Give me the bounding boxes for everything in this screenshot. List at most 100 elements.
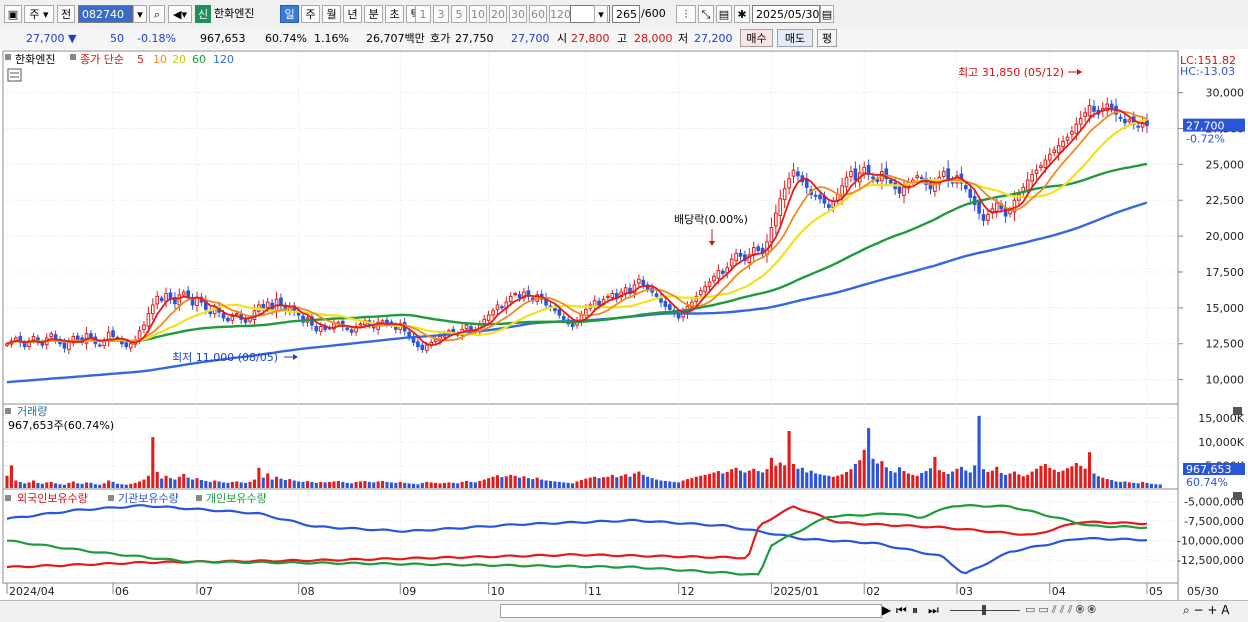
- zoom-controls-icon[interactable]: ⌕ − + A: [1183, 603, 1229, 618]
- volume-bar: [84, 482, 89, 488]
- volume-bar: [593, 476, 597, 488]
- volume-bar: [288, 479, 292, 488]
- month-tick-label: 10: [491, 585, 505, 598]
- candle: [22, 342, 27, 348]
- interval-tab[interactable]: 5: [451, 5, 467, 23]
- interval-tab[interactable]: 120: [549, 5, 571, 23]
- search-icon[interactable]: ⌕: [149, 5, 165, 23]
- draw-tools-icon[interactable]: ▭▭⫽⫽⫽⦿⦿: [1025, 603, 1099, 617]
- window-menu-icon[interactable]: ▣: [4, 5, 22, 23]
- stock-code-input[interactable]: 082740: [78, 5, 133, 23]
- pause-icon[interactable]: ⏸: [912, 603, 918, 618]
- candle: [517, 294, 522, 299]
- candle: [464, 324, 469, 329]
- candle: [424, 344, 429, 351]
- interval-tab[interactable]: 30: [509, 5, 527, 23]
- eval-button[interactable]: 평: [817, 29, 837, 47]
- volume-bar: [734, 467, 738, 488]
- buy-button[interactable]: 매수: [740, 29, 773, 47]
- interval-tab[interactable]: 1: [415, 5, 431, 23]
- price-chart[interactable]: 30,00027,50025,00022,50020,00017,50015,0…: [0, 49, 1248, 600]
- type-select[interactable]: 주 ▾: [24, 5, 54, 23]
- scroll-next-icon[interactable]: ▶: [882, 603, 891, 617]
- candle: [345, 327, 350, 330]
- candle: [1074, 123, 1079, 134]
- candle: [986, 214, 990, 221]
- volume-bar: [473, 482, 477, 488]
- volume-bar: [319, 481, 323, 488]
- candle: [142, 324, 146, 330]
- calendar-icon[interactable]: ▤: [820, 5, 834, 23]
- sell-button[interactable]: 매도: [777, 29, 813, 47]
- blank-select-dropdown-icon[interactable]: ▾: [594, 5, 608, 23]
- volume-value: 967,653: [200, 32, 246, 45]
- zoom-slider-handle[interactable]: [982, 605, 986, 615]
- volume-bar: [694, 476, 698, 488]
- volume-bar: [208, 481, 212, 488]
- candle: [124, 342, 129, 348]
- volume-bar: [928, 468, 933, 488]
- candle: [1061, 140, 1065, 148]
- interval-tab[interactable]: 3: [433, 5, 449, 23]
- volume-bar: [495, 475, 500, 488]
- scroll-bar[interactable]: ▶ ⏮ ⏸ ⏭ ▭▭⫽⫽⫽⦿⦿ ⌕ − + A: [0, 600, 1248, 622]
- volume-bar: [906, 473, 910, 488]
- save-icon[interactable]: ▤: [716, 5, 732, 23]
- period-tab[interactable]: 주: [301, 5, 320, 23]
- draw-tool-icon[interactable]: ⤡: [698, 5, 714, 23]
- holdings-tick-label: -7,500,000: [1184, 515, 1244, 528]
- volume-bar: [787, 430, 791, 488]
- period-tab[interactable]: 년: [343, 5, 362, 23]
- period-tab[interactable]: 초: [385, 5, 404, 23]
- date-input[interactable]: 2025/05/30: [752, 5, 820, 23]
- candle: [720, 270, 725, 274]
- close-panel-icon[interactable]: [1233, 407, 1242, 415]
- volume-bar: [601, 477, 606, 488]
- candle: [712, 275, 716, 282]
- volume-bar: [615, 477, 619, 488]
- legend-ma60: 60: [192, 53, 206, 66]
- interval-tab[interactable]: 20: [489, 5, 507, 23]
- candle: [561, 316, 566, 320]
- volume-bar: [955, 468, 959, 488]
- month-tick-label: 05: [1149, 585, 1163, 598]
- volume-bar: [76, 483, 80, 488]
- rewind-icon[interactable]: ⏮: [896, 603, 907, 618]
- candle: [508, 295, 513, 303]
- volume-bar: [571, 483, 575, 488]
- close-panel-icon[interactable]: [1233, 492, 1242, 500]
- period-tab[interactable]: 일: [280, 5, 299, 23]
- period-tab[interactable]: 분: [364, 5, 383, 23]
- volume-bar: [257, 467, 261, 488]
- volume-bar: [862, 449, 866, 488]
- code-dropdown-icon[interactable]: ▾: [133, 5, 147, 23]
- volume-bar: [1132, 482, 1136, 488]
- turnover-value: 60.74%: [265, 32, 307, 45]
- forward-icon[interactable]: ⏭: [928, 603, 939, 618]
- prev-button[interactable]: 전: [57, 5, 75, 23]
- scroll-track[interactable]: [500, 604, 882, 618]
- volume-bar: [650, 478, 654, 488]
- gear-icon[interactable]: ✱: [734, 5, 750, 23]
- candle: [1109, 103, 1114, 109]
- candle: [243, 318, 248, 323]
- volume-bar: [513, 475, 517, 488]
- period-tab[interactable]: 월: [322, 5, 341, 23]
- legend-marker-icon: [5, 54, 11, 60]
- candle: [703, 285, 707, 293]
- interval-tab[interactable]: 10: [469, 5, 487, 23]
- interval-tab[interactable]: 60: [529, 5, 547, 23]
- volume-bar: [487, 478, 491, 488]
- candle: [1118, 116, 1123, 119]
- speaker-icon[interactable]: ◀▾: [168, 5, 192, 23]
- candle: [186, 290, 190, 297]
- count-input[interactable]: 265: [612, 5, 640, 23]
- table-toggle-icon[interactable]: [7, 68, 22, 82]
- volume-bar: [747, 470, 751, 488]
- candle-type-icon[interactable]: ⫶: [676, 5, 696, 23]
- volume-bar: [531, 479, 535, 488]
- volume-bar: [142, 479, 146, 488]
- volume-bar: [522, 476, 526, 488]
- volume-bar: [93, 484, 97, 488]
- legend-marker-icon: [70, 54, 76, 60]
